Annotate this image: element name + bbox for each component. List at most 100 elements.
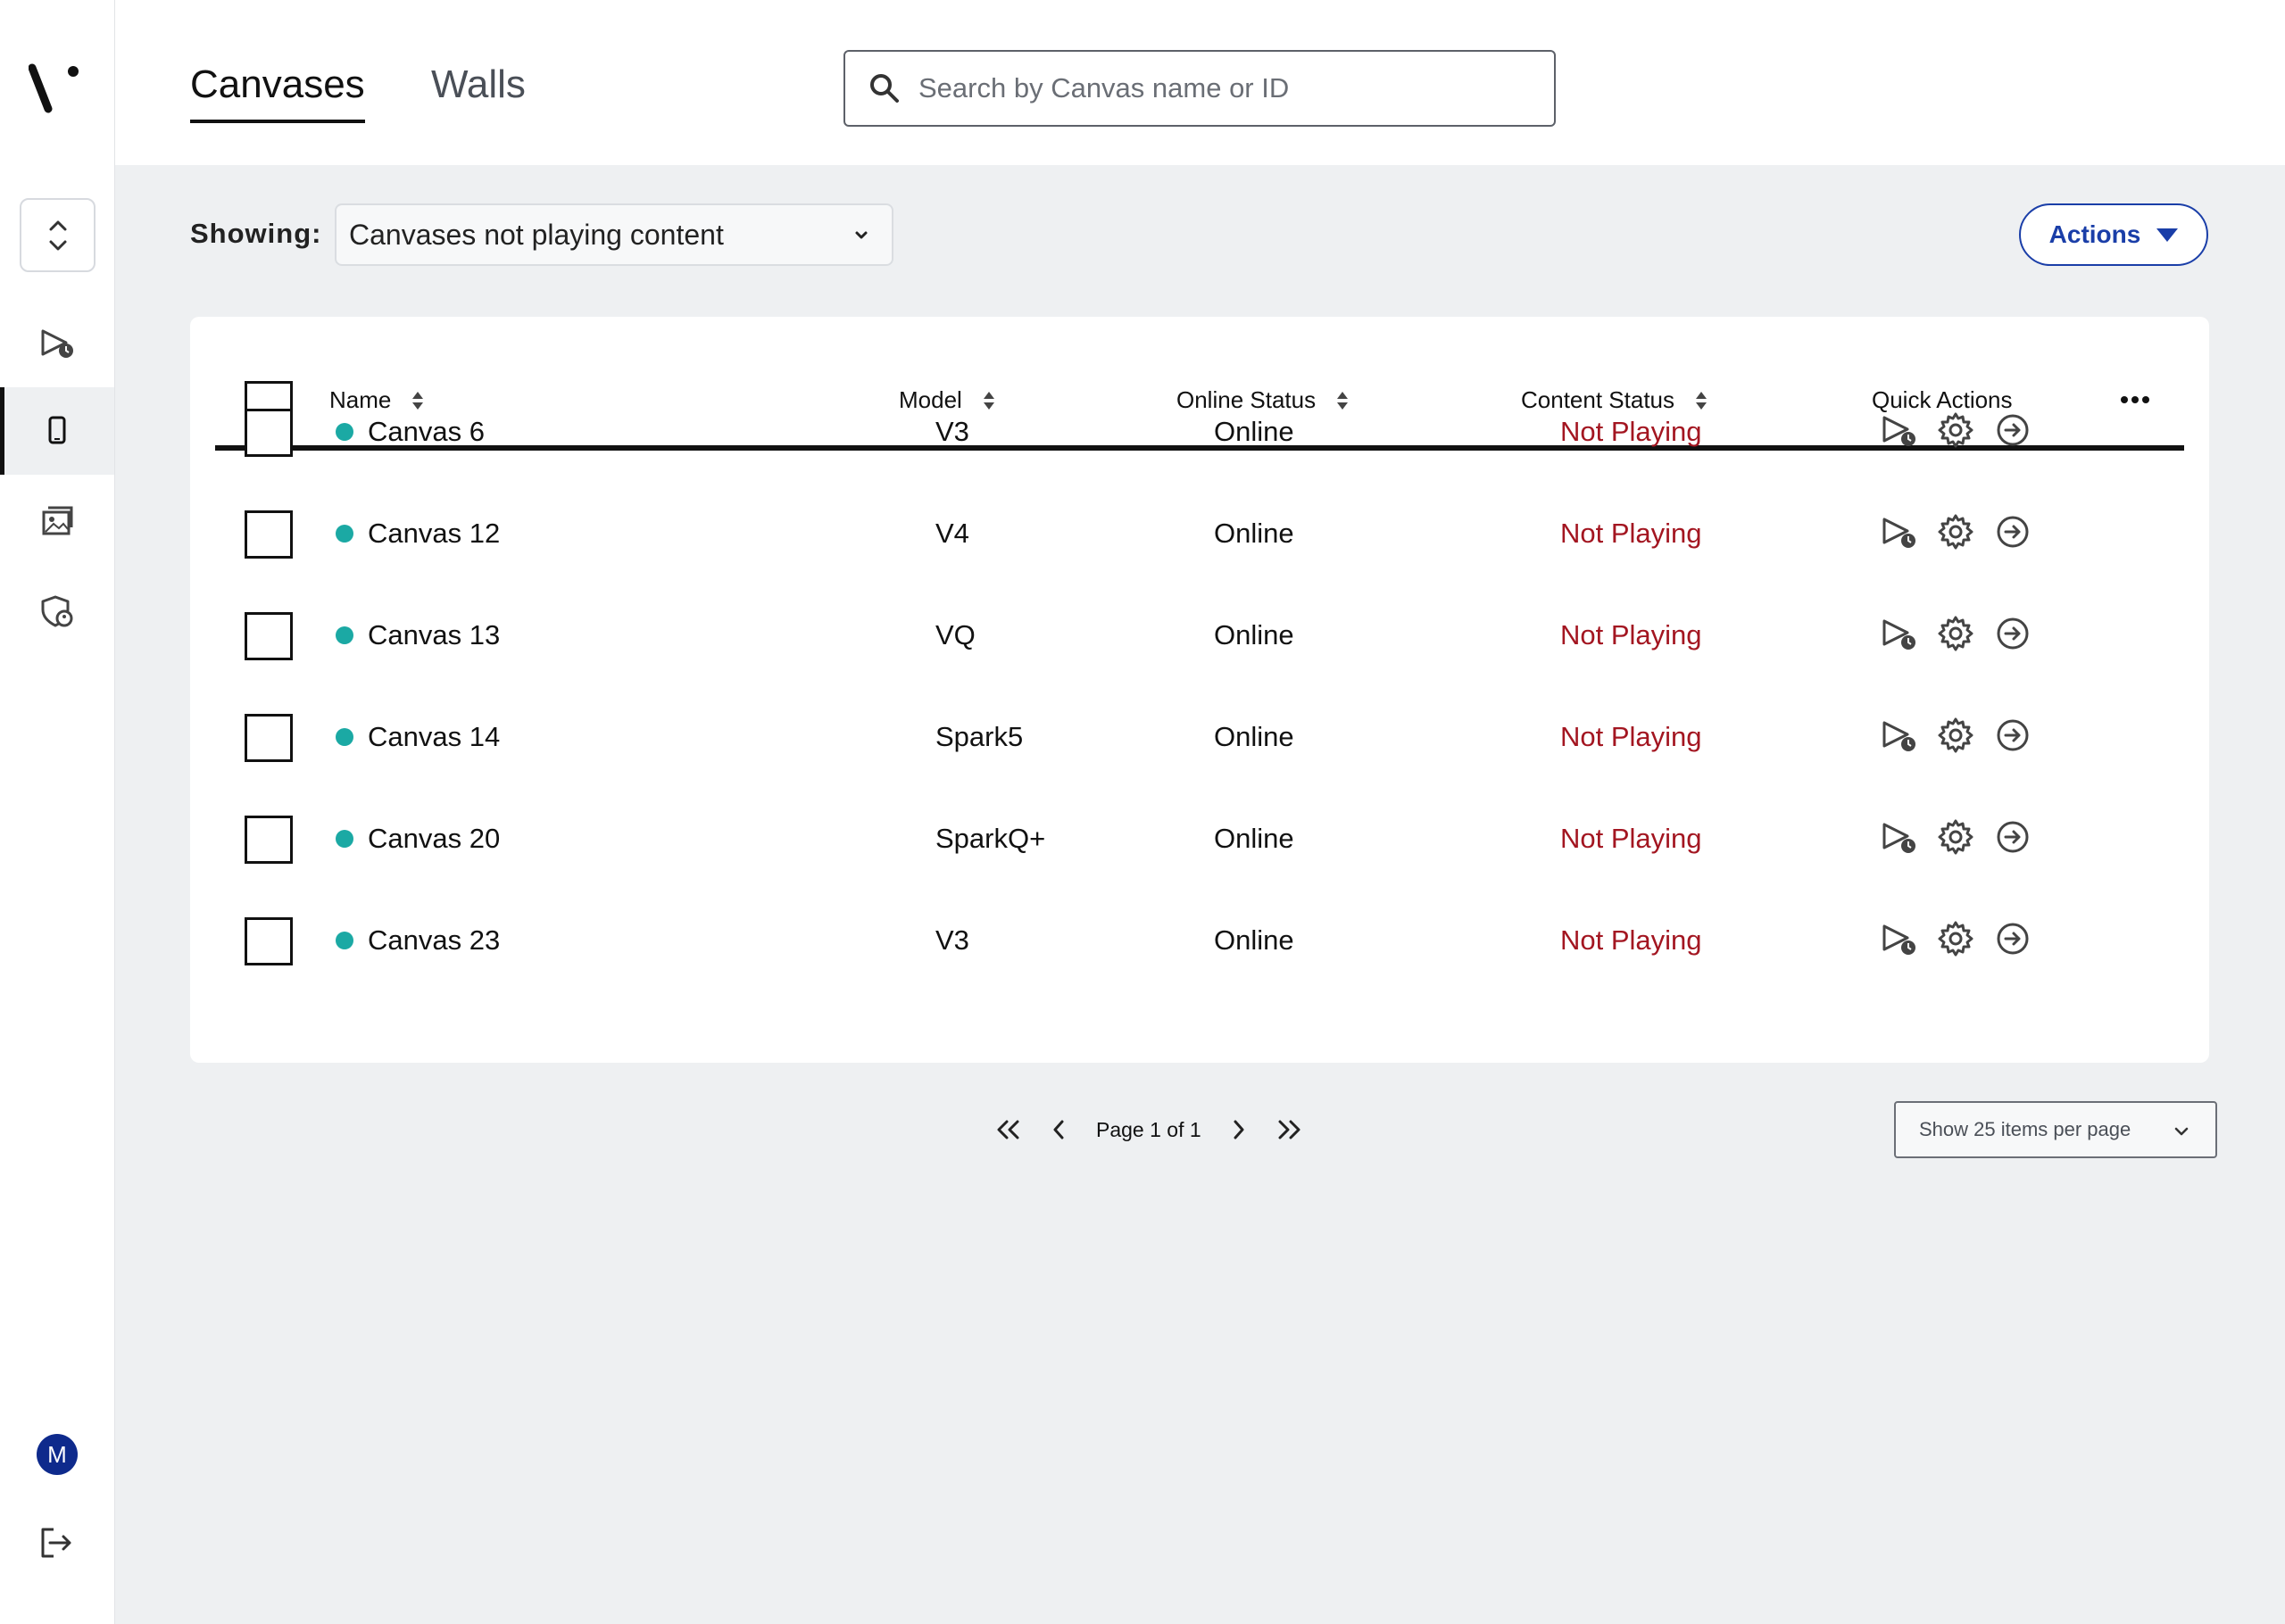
- status-dot: [336, 932, 353, 949]
- sidebar-item-schedule[interactable]: [0, 300, 114, 387]
- last-page-button[interactable]: [1269, 1110, 1309, 1149]
- canvas-name-cell[interactable]: Canvas 6: [336, 416, 485, 448]
- model-cell: V3: [935, 416, 969, 447]
- canvas-name-cell[interactable]: Canvas 13: [336, 619, 500, 651]
- schedule-icon[interactable]: [1879, 614, 1918, 653]
- model-cell: V4: [935, 518, 969, 549]
- status-dot: [336, 830, 353, 848]
- row-checkbox[interactable]: [245, 917, 293, 965]
- canvas-name: Canvas 12: [368, 518, 501, 549]
- content-status-cell: Not Playing: [1560, 416, 1702, 447]
- actions-button[interactable]: Actions: [2019, 203, 2208, 266]
- chevron-down-icon: [2174, 1127, 2189, 1136]
- filter-selected-value: Canvases not playing content: [349, 218, 724, 251]
- logo-icon[interactable]: [29, 59, 86, 116]
- row-checkbox[interactable]: [245, 816, 293, 864]
- avatar-initial: M: [47, 1440, 67, 1468]
- tab-canvases[interactable]: Canvases: [190, 62, 365, 123]
- schedule-icon[interactable]: [1879, 919, 1918, 958]
- filter-label: Showing:: [190, 218, 322, 249]
- canvas-name-cell[interactable]: Canvas 20: [336, 823, 500, 855]
- settings-gear-icon[interactable]: [1936, 817, 1975, 857]
- open-arrow-icon[interactable]: [1993, 817, 2032, 857]
- online-status-cell: Online: [1214, 924, 1294, 956]
- sidebar-item-security[interactable]: [0, 568, 114, 655]
- online-status-cell: Online: [1214, 518, 1294, 549]
- open-arrow-icon[interactable]: [1993, 614, 2032, 653]
- chevron-down-icon: [855, 231, 868, 239]
- items-per-page-select[interactable]: Show 25 items per page: [1894, 1101, 2217, 1158]
- canvas-name-cell[interactable]: Canvas 14: [336, 721, 500, 753]
- open-arrow-icon[interactable]: [1993, 919, 2032, 958]
- canvas-name: Canvas 13: [368, 619, 501, 650]
- chevron-right-icon: [1234, 1120, 1244, 1139]
- open-arrow-icon[interactable]: [1993, 512, 2032, 551]
- schedule-icon[interactable]: [1879, 716, 1918, 755]
- canvas-name: Canvas 23: [368, 924, 501, 956]
- pagination: Page 1 of 1: [989, 1105, 1309, 1155]
- row-checkbox[interactable]: [245, 714, 293, 762]
- search-box: [843, 50, 1556, 127]
- settings-gear-icon[interactable]: [1936, 410, 1975, 450]
- double-chevron-left-icon: [997, 1120, 1019, 1139]
- canvas-name-cell[interactable]: Canvas 23: [336, 924, 500, 957]
- media-library-icon: [42, 506, 73, 535]
- online-status-cell: Online: [1214, 619, 1294, 650]
- row-checkbox[interactable]: [245, 409, 293, 457]
- chevron-up-down-icon: [49, 220, 66, 250]
- model-cell: Spark5: [935, 721, 1024, 752]
- table-row[interactable]: Canvas 14 Spark5 Online Not Playing: [215, 687, 2184, 789]
- status-dot: [336, 423, 353, 441]
- double-chevron-right-icon: [1278, 1120, 1300, 1139]
- search-icon: [870, 74, 899, 103]
- row-checkbox[interactable]: [245, 612, 293, 660]
- avatar[interactable]: M: [37, 1434, 78, 1475]
- canvas-name: Canvas 6: [368, 416, 485, 447]
- status-dot: [336, 626, 353, 644]
- settings-gear-icon[interactable]: [1936, 614, 1975, 653]
- canvas-name: Canvas 20: [368, 823, 501, 854]
- open-arrow-icon[interactable]: [1993, 716, 2032, 755]
- tab-walls[interactable]: Walls: [431, 62, 526, 120]
- settings-gear-icon[interactable]: [1936, 512, 1975, 551]
- online-status-cell: Online: [1214, 823, 1294, 854]
- settings-gear-icon[interactable]: [1936, 919, 1975, 958]
- schedule-icon[interactable]: [1879, 410, 1918, 450]
- canvas-table: Name Model Online Status Content Status …: [190, 317, 2209, 1063]
- previous-page-button[interactable]: [1039, 1110, 1078, 1149]
- sidebar: M: [0, 0, 115, 1624]
- sidebar-item-media[interactable]: [0, 476, 114, 564]
- content-status-cell: Not Playing: [1560, 518, 1702, 549]
- canvas-name-cell[interactable]: Canvas 12: [336, 518, 500, 550]
- workspace-switch-button[interactable]: [20, 198, 96, 272]
- next-page-button[interactable]: [1219, 1110, 1259, 1149]
- content-status-cell: Not Playing: [1560, 823, 1702, 854]
- device-icon: [48, 416, 66, 444]
- search-input[interactable]: [918, 72, 1525, 104]
- sidebar-item-devices[interactable]: [0, 387, 114, 475]
- canvas-name: Canvas 14: [368, 721, 501, 752]
- page-indicator: Page 1 of 1: [1096, 1117, 1201, 1141]
- first-page-button[interactable]: [989, 1110, 1028, 1149]
- row-checkbox[interactable]: [245, 510, 293, 559]
- content-status-cell: Not Playing: [1560, 924, 1702, 956]
- model-cell: SparkQ+: [935, 823, 1046, 854]
- table-row[interactable]: Canvas 23 V3 Online Not Playing: [215, 891, 2184, 992]
- table-row[interactable]: Canvas 20 SparkQ+ Online Not Playing: [215, 789, 2184, 891]
- caret-down-icon: [2156, 228, 2179, 242]
- online-status-cell: Online: [1214, 721, 1294, 752]
- filter-select[interactable]: Canvases not playing content: [335, 203, 893, 266]
- table-row[interactable]: Canvas 13 VQ Online Not Playing: [215, 585, 2184, 687]
- open-arrow-icon[interactable]: [1993, 410, 2032, 450]
- table-row[interactable]: Canvas 12 V4 Online Not Playing: [215, 484, 2184, 585]
- items-per-page-value: Show 25 items per page: [1919, 1118, 2131, 1140]
- logout-icon[interactable]: [36, 1522, 77, 1563]
- content-status-cell: Not Playing: [1560, 721, 1702, 752]
- model-cell: VQ: [935, 619, 976, 650]
- settings-gear-icon[interactable]: [1936, 716, 1975, 755]
- schedule-icon[interactable]: [1879, 512, 1918, 551]
- schedule-icon: [41, 329, 73, 358]
- table-row[interactable]: Canvas 6 V3 Online Not Playing: [215, 382, 2184, 484]
- schedule-icon[interactable]: [1879, 817, 1918, 857]
- status-dot: [336, 728, 353, 746]
